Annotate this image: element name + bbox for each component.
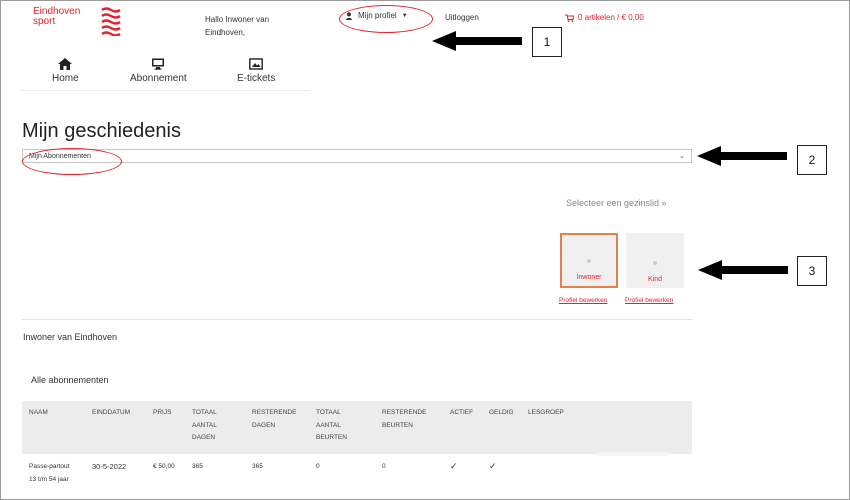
- account-owner-name: Inwoner van Eindhoven: [23, 332, 118, 342]
- member-card-inwoner[interactable]: Inwoner: [560, 233, 618, 288]
- chevron-down-icon: ⌄: [679, 153, 685, 160]
- edit-profile-link-kind[interactable]: Profiel bewerken: [625, 297, 673, 304]
- history-type-select[interactable]: Mijn Abonnementen ⌄: [22, 149, 692, 163]
- annotation-highlight-select: [22, 148, 122, 175]
- cell-total-visits: 0: [316, 463, 320, 470]
- nav-e-tickets-label: E-tickets: [237, 73, 276, 84]
- logo-line-2: sport: [33, 16, 56, 27]
- annotation-number-1: 1: [532, 27, 562, 57]
- annotation-highlight-profile: [339, 5, 433, 33]
- brand-logo-text[interactable]: Eindhoven sport: [33, 7, 80, 27]
- monitor-icon: [152, 58, 165, 70]
- nav-divider: [20, 90, 310, 91]
- nav-home[interactable]: Home: [52, 58, 79, 84]
- member-name: Inwoner: [576, 274, 602, 281]
- home-icon: [58, 58, 73, 70]
- select-family-member-link[interactable]: Selecteer een gezinslid »: [566, 198, 667, 208]
- col-header-actief: ACTIEF: [450, 407, 473, 420]
- cell-remaining-days: 365: [252, 463, 263, 470]
- header-text: TOTAAL: [192, 409, 217, 416]
- eindhoven-logo-icon[interactable]: [101, 6, 121, 36]
- table-header-fade: [597, 452, 669, 456]
- avatar-placeholder-icon: [653, 261, 657, 265]
- col-header-resterende-beurten: RESTERENDE BEURTEN: [382, 407, 426, 432]
- header-text: BEURTEN: [382, 421, 413, 429]
- col-header-totaal-aantal-dagen: TOTAAL AANTAL DAGEN: [192, 407, 217, 445]
- greeting-line-2: Eindhoven,: [205, 28, 246, 37]
- annotation-number-2: 2: [797, 145, 827, 175]
- col-header-einddatum: EINDDATUM: [92, 407, 130, 420]
- header-text: RESTERENDE: [252, 409, 297, 416]
- header-text: BEURTEN: [316, 434, 347, 441]
- col-header-lesgroep: LESGROEP: [528, 407, 564, 420]
- logout-link[interactable]: Uitloggen: [445, 13, 479, 22]
- cell-price: € 50,00: [153, 463, 175, 470]
- nav-abonnement[interactable]: Abonnement: [130, 58, 187, 84]
- user-greeting: Hallo Inwoner van Eindhoven,: [205, 13, 315, 39]
- cell-active-check-icon: ✓: [450, 461, 458, 471]
- cell-remaining-visits: 0: [382, 463, 386, 470]
- cell-name: Passe-partout 13 t/m 54 jaar: [29, 460, 69, 486]
- header-text: NAAM: [29, 409, 48, 416]
- cell-text: Passe-partout: [29, 463, 70, 470]
- header-text: AANTAL: [192, 421, 217, 429]
- nav-e-tickets[interactable]: E-tickets: [237, 58, 275, 84]
- edit-profile-link-inwoner[interactable]: Profiel bewerken: [559, 297, 607, 304]
- greeting-line-1: Hallo Inwoner van: [205, 15, 270, 24]
- col-header-prijs: PRIJS: [153, 407, 171, 420]
- cell-enddate: 30-5-2022: [92, 462, 127, 471]
- annotation-number-3: 3: [797, 256, 827, 286]
- header-text: RESTERENDE: [382, 409, 427, 416]
- member-card-kind[interactable]: Kind: [626, 233, 684, 288]
- col-header-naam: NAAM: [29, 407, 48, 420]
- nav-home-label: Home: [52, 73, 79, 84]
- cell-text: 13 t/m 54 jaar: [29, 476, 69, 483]
- col-header-totaal-aantal-beurten: TOTAAL AANTAL BEURTEN: [316, 407, 347, 445]
- cart-icon: [565, 14, 574, 22]
- ticket-icon: [249, 58, 264, 70]
- col-header-geldig: GELDIG: [489, 407, 514, 420]
- header-text: DAGEN: [252, 421, 276, 429]
- header-text: LESGROEP: [528, 409, 564, 416]
- header-text: DAGEN: [192, 434, 216, 441]
- section-divider: [22, 319, 692, 320]
- annotation-arrow-icon: [697, 146, 787, 166]
- header-text: AANTAL: [316, 421, 341, 429]
- cart-summary: 0 artikelen / € 0,00: [578, 13, 644, 22]
- header-text: GELDIG: [489, 409, 514, 416]
- header-text: ACTIEF: [450, 409, 474, 416]
- page-title: Mijn geschiedenis: [22, 120, 181, 142]
- header-text: PRIJS: [153, 409, 172, 416]
- cell-valid-check-icon: ✓: [489, 461, 497, 471]
- col-header-resterende-dagen: RESTERENDE DAGEN: [252, 407, 296, 432]
- nav-abonnement-label: Abonnement: [130, 73, 187, 84]
- header-text: TOTAAL: [316, 409, 341, 416]
- subscriptions-section-title: Alle abonnementen: [31, 375, 109, 385]
- cart-link[interactable]: 0 artikelen / € 0,00: [565, 13, 644, 22]
- member-name: Kind: [647, 276, 662, 283]
- annotation-arrow-icon: [698, 260, 788, 280]
- annotation-arrow-icon: [432, 31, 522, 51]
- avatar-placeholder-icon: [587, 259, 591, 263]
- header-text: EINDDATUM: [92, 409, 131, 416]
- cell-total-days: 365: [192, 463, 203, 470]
